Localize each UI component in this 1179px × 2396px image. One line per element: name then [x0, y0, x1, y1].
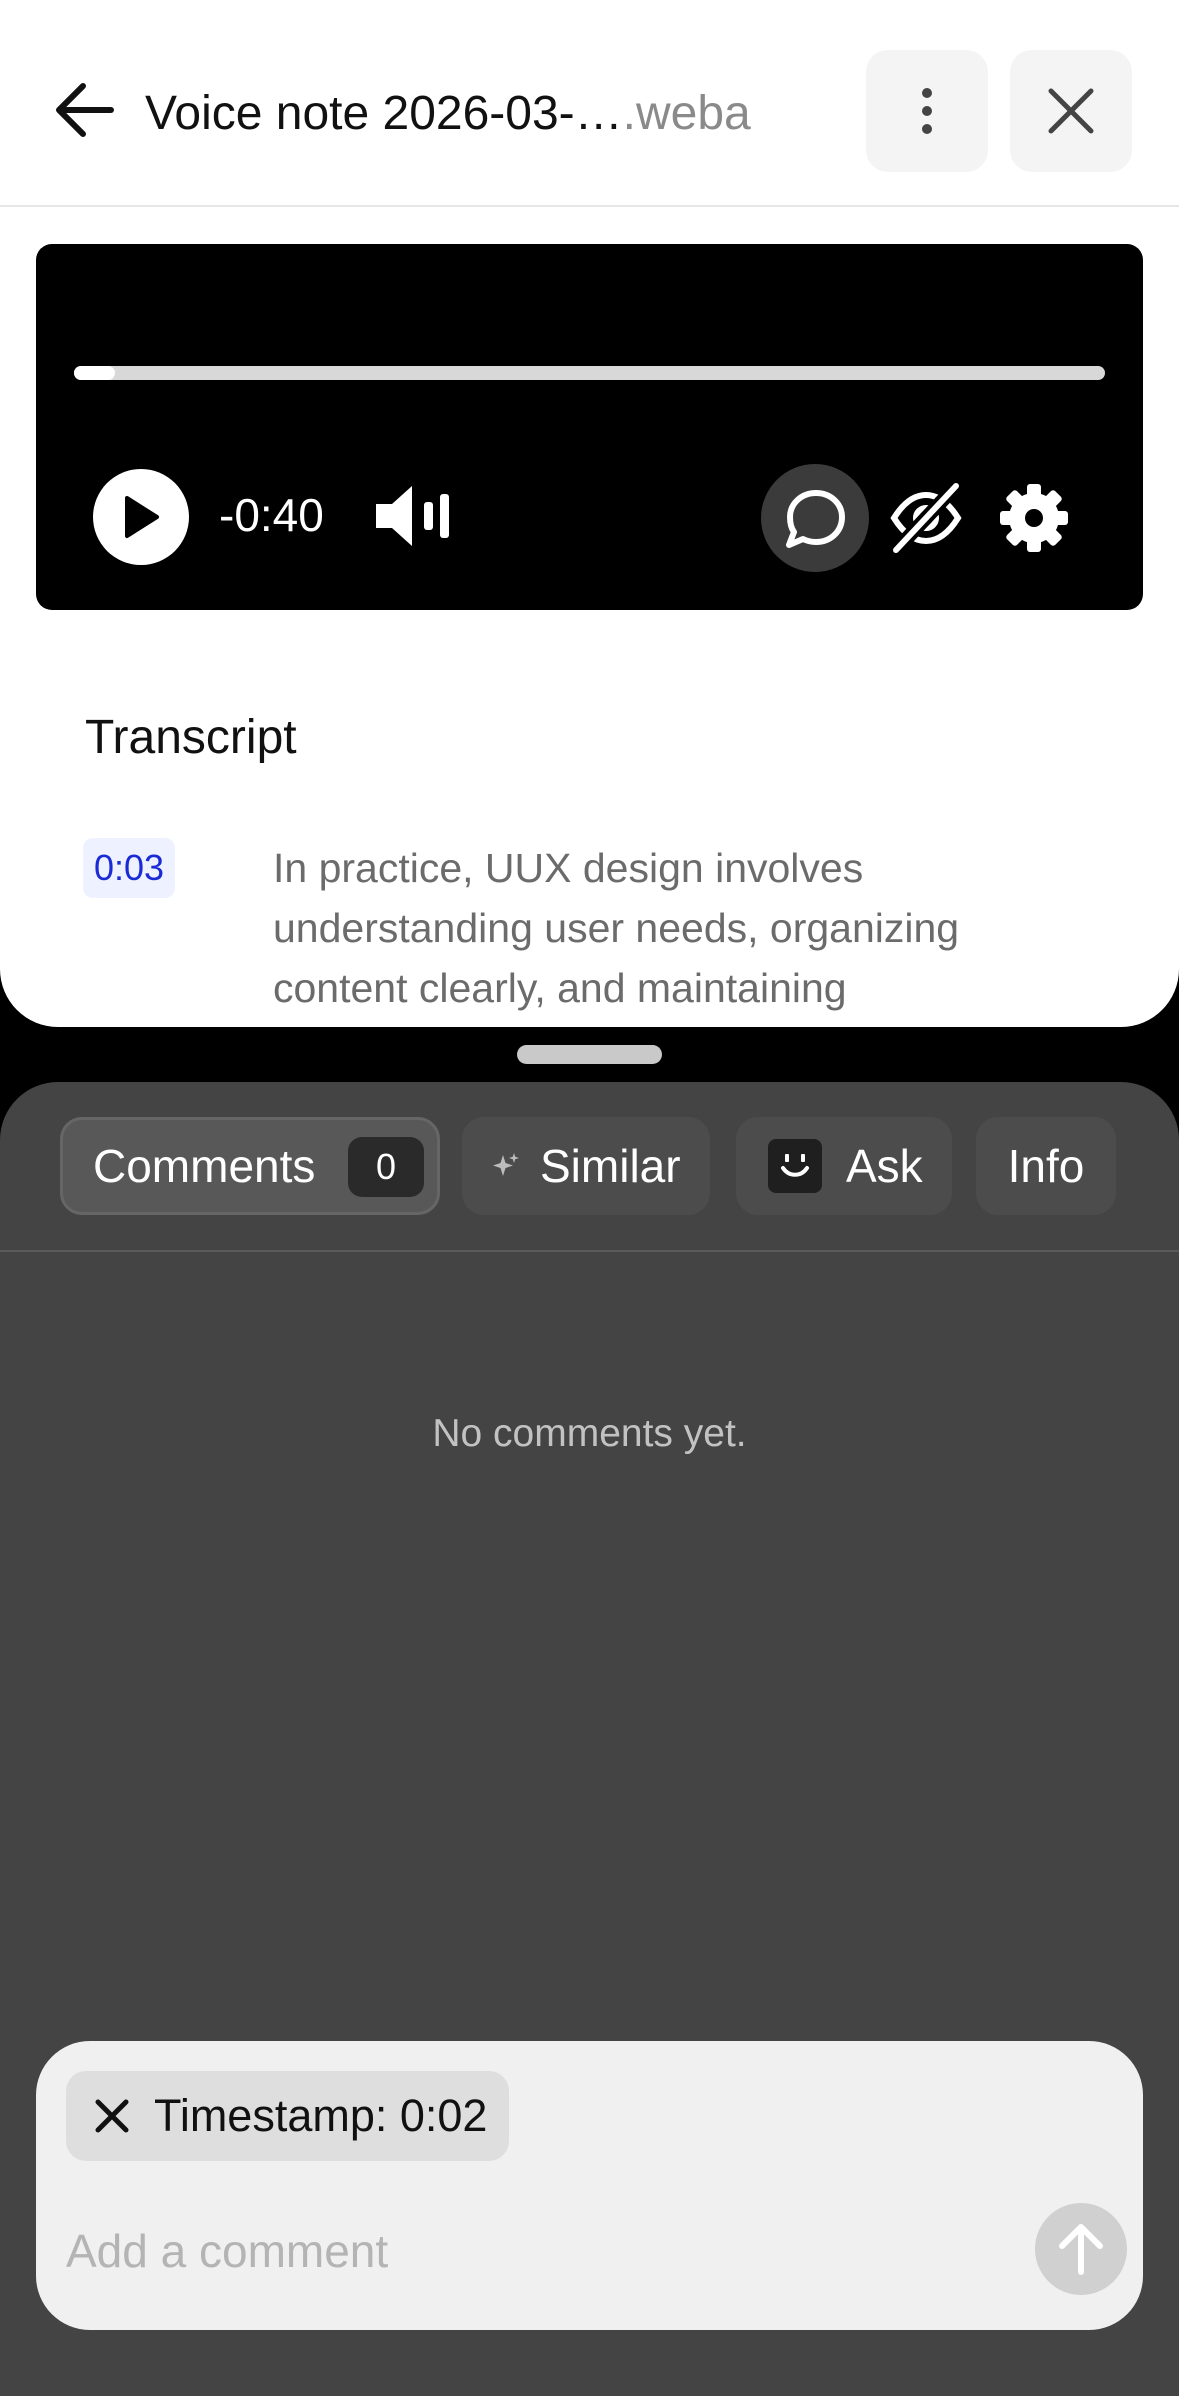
settings-button[interactable] [996, 480, 1072, 556]
close-button[interactable] [1010, 50, 1132, 172]
volume-button[interactable] [372, 480, 462, 552]
file-title-extension: .weba [622, 86, 751, 140]
tab-ask-label: Ask [846, 1140, 923, 1192]
transcript-segment-text: In practice, UUX design involves underst… [273, 845, 960, 1011]
more-options-button[interactable] [866, 50, 988, 172]
play-button[interactable] [93, 469, 189, 565]
gear-icon [1000, 484, 1068, 552]
tab-info-label: Info [1007, 1140, 1085, 1192]
comments-count-badge: 0 [348, 1137, 424, 1197]
tab-ask[interactable]: Ask [736, 1117, 952, 1215]
viewer-sheet: Voice note 2026-03-… .weba -0:40 Transcr… [0, 0, 1179, 1027]
tab-similar-label: Similar [540, 1140, 681, 1192]
tab-comments[interactable]: Comments 0 [60, 1117, 440, 1215]
comments-toggle-button[interactable] [761, 464, 869, 572]
arrow-up-icon [1059, 2224, 1103, 2275]
tab-comments-label: Comments [93, 1140, 316, 1192]
back-button[interactable] [42, 68, 126, 152]
time-remaining: -0:40 [219, 489, 324, 541]
file-title-name: Voice note 2026-03-… [145, 86, 623, 140]
file-title: Voice note 2026-03-… .weba [145, 78, 805, 148]
play-icon [125, 496, 159, 538]
timestamp-chip: Timestamp: 0:02 [66, 2071, 510, 2161]
comment-bubble-icon [786, 490, 845, 548]
more-vertical-icon [922, 88, 932, 134]
smiley-icon [768, 1139, 822, 1193]
arrow-left-icon [56, 83, 114, 137]
transcript-heading: Transcript [85, 711, 297, 764]
app-screen: Voice note 2026-03-… .weba -0:40 Transcr… [0, 0, 1179, 2396]
tab-info[interactable]: Info [976, 1117, 1116, 1215]
volume-icon [376, 486, 449, 546]
sparkle-icon [493, 1153, 519, 1176]
empty-comments-message: No comments yet. [432, 1412, 747, 1455]
send-button[interactable] [1035, 2203, 1127, 2295]
transcript-timestamp[interactable]: 0:03 [83, 838, 176, 898]
timestamp-chip-label: Timestamp: 0:02 [154, 2090, 488, 2141]
remove-timestamp-icon[interactable] [88, 2092, 136, 2140]
comment-composer: Timestamp: 0:02 [36, 2041, 1143, 2330]
header-bar: Voice note 2026-03-… .weba [0, 0, 1179, 207]
progress-bar[interactable] [74, 366, 1105, 380]
panel-tabs: Comments 0 Similar Ask Info [0, 1082, 1179, 1252]
tab-similar[interactable]: Similar [462, 1117, 710, 1215]
comment-input[interactable] [66, 2211, 1026, 2291]
hide-toggle-button[interactable] [886, 478, 966, 558]
drag-handle[interactable] [517, 1045, 662, 1064]
audio-player: -0:40 [36, 244, 1143, 610]
close-icon [1048, 88, 1094, 134]
eye-off-icon [890, 481, 962, 555]
progress-fill [74, 366, 116, 380]
